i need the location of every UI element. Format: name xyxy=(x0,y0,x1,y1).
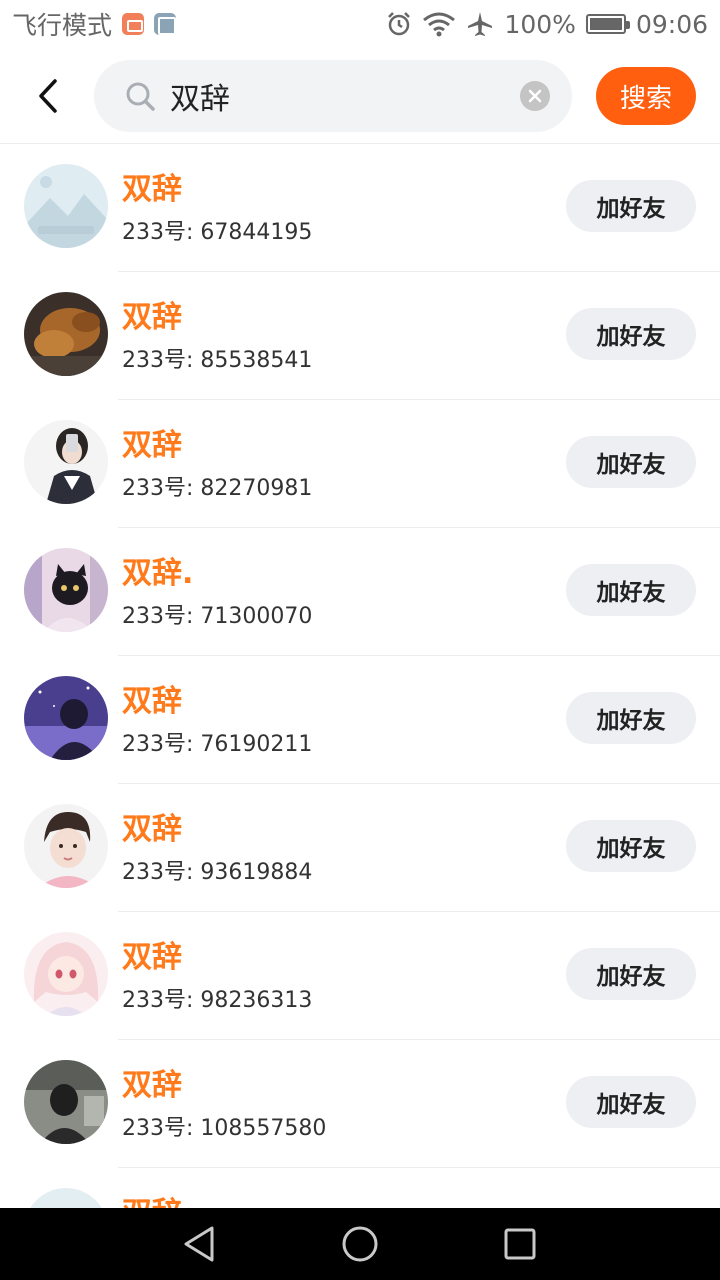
status-bar-right: 100% 09:06 xyxy=(386,10,708,39)
search-button[interactable]: 搜索 xyxy=(596,67,696,125)
placeholder-image-avatar xyxy=(24,164,108,248)
user-name: 双辞 xyxy=(122,812,182,847)
status-bar-left: 飞行模式 xyxy=(12,6,177,42)
clock: 09:06 xyxy=(635,9,708,39)
user-name: 双辞 xyxy=(122,1068,182,1103)
result-row[interactable]: 双辞 233号: 93619884 加好友 xyxy=(0,784,720,912)
user-name: 双辞 xyxy=(122,300,182,335)
result-row[interactable]: 双辞 233号: 85538541 加好友 xyxy=(0,272,720,400)
search-box[interactable] xyxy=(94,60,572,132)
result-list: 双辞 233号: 67844195 加好友 双辞 233号: 85538541 … xyxy=(0,144,720,1216)
nav-back-button[interactable] xyxy=(176,1220,224,1268)
user-id: 233号: 76190211 xyxy=(122,732,313,757)
user-name: 双辞 xyxy=(122,172,182,207)
user-id: 233号: 71300070 xyxy=(122,604,313,629)
dog-photo-avatar xyxy=(24,292,108,376)
gallery-notification-icon xyxy=(154,13,177,35)
airplane-icon xyxy=(468,12,493,36)
nav-home-button[interactable] xyxy=(336,1220,384,1268)
add-friend-button[interactable]: 加好友 xyxy=(566,180,696,232)
add-friend-button[interactable]: 加好友 xyxy=(566,1076,696,1128)
add-friend-button[interactable]: 加好友 xyxy=(566,308,696,360)
result-row[interactable]: 双辞 233号: 76190211 加好友 xyxy=(0,656,720,784)
back-button[interactable] xyxy=(28,76,68,116)
airplane-mode-text: 飞行模式 xyxy=(12,11,113,40)
search-header: 搜索 xyxy=(0,48,720,144)
circle-home-icon xyxy=(342,1226,378,1262)
girl-selfie-avatar xyxy=(24,420,108,504)
mail-notification-icon xyxy=(122,13,145,35)
triangle-back-icon xyxy=(184,1226,214,1262)
add-friend-button[interactable]: 加好友 xyxy=(566,692,696,744)
search-input[interactable] xyxy=(170,76,510,116)
add-friend-button[interactable]: 加好友 xyxy=(566,948,696,1000)
system-nav-bar xyxy=(0,1208,720,1280)
status-bar: 飞行模式 100% 09:06 xyxy=(0,0,720,48)
night-sky-avatar xyxy=(24,676,108,760)
back-arrow-icon xyxy=(39,79,57,113)
wifi-icon xyxy=(423,12,456,37)
search-icon xyxy=(126,82,155,111)
user-id: 233号: 98236313 xyxy=(122,988,313,1013)
close-icon xyxy=(528,89,542,103)
add-friend-button[interactable]: 加好友 xyxy=(566,820,696,872)
user-id: 233号: 85538541 xyxy=(122,348,313,373)
user-id: 233号: 108557580 xyxy=(122,1116,327,1141)
battery-icon xyxy=(585,14,630,34)
result-row[interactable]: 双辞 233号: 67844195 加好友 xyxy=(0,144,720,272)
result-row[interactable]: 双辞 233号: 82270981 加好友 xyxy=(0,400,720,528)
user-id: 233号: 93619884 xyxy=(122,860,313,885)
user-id: 233号: 82270981 xyxy=(122,476,313,501)
boy-portrait-avatar xyxy=(24,804,108,888)
user-name: 双辞 xyxy=(122,684,182,719)
square-recents-icon xyxy=(504,1228,536,1260)
user-name: 双辞 xyxy=(122,428,182,463)
result-row[interactable]: 双辞. 233号: 71300070 加好友 xyxy=(0,528,720,656)
result-row[interactable]: 双辞 233号: 98236313 加好友 xyxy=(0,912,720,1040)
anime-girl-avatar xyxy=(24,932,108,1016)
result-row[interactable]: 双辞 233号: 108557580 加好友 xyxy=(0,1040,720,1168)
user-name: 双辞. xyxy=(122,556,194,591)
add-friend-button[interactable]: 加好友 xyxy=(566,564,696,616)
add-friend-button[interactable]: 加好友 xyxy=(566,436,696,488)
black-cat-avatar xyxy=(24,548,108,632)
alarm-icon xyxy=(388,12,411,36)
user-id: 233号: 67844195 xyxy=(122,220,313,245)
search-results-screen: 飞行模式 100% 09:06 双辞 搜索 双辞 233号: 67844195 … xyxy=(0,0,720,1280)
battery-percent: 100% xyxy=(504,9,576,39)
nav-recents-button[interactable] xyxy=(496,1220,544,1268)
clear-search-button[interactable] xyxy=(520,81,550,111)
user-name: 双辞 xyxy=(122,940,182,975)
dark-photo-avatar xyxy=(24,1060,108,1144)
